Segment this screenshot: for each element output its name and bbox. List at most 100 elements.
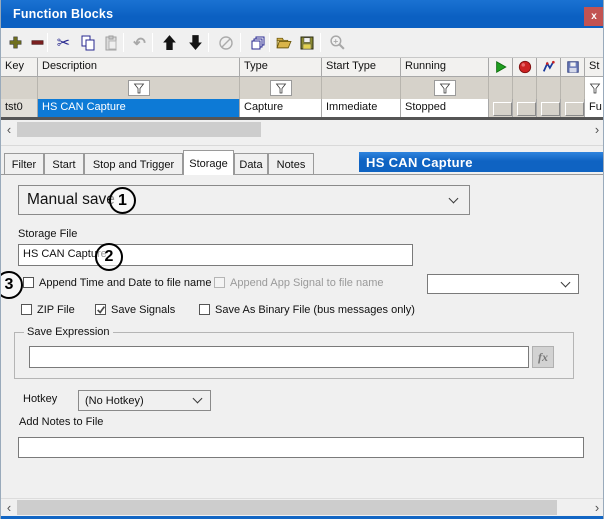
row-overflow-cell[interactable]: Fu	[585, 99, 604, 117]
row-save-button-cell[interactable]	[561, 99, 585, 117]
hotkey-dropdown[interactable]: (No Hotkey)	[78, 390, 211, 411]
scrollbar-thumb[interactable]	[17, 122, 261, 137]
tab-start[interactable]: Start	[44, 153, 84, 175]
col-header-running[interactable]: Running	[401, 58, 489, 77]
filter-cell	[585, 77, 604, 99]
svg-text:+: +	[333, 36, 338, 46]
function-blocks-table: Key Description Type Start Type Running …	[1, 58, 604, 117]
annotation-3: 3	[0, 271, 23, 299]
tab-storage[interactable]: Storage	[183, 150, 234, 175]
row-start-type-cell[interactable]: Immediate	[322, 99, 401, 117]
fx-button[interactable]: fx	[532, 346, 554, 368]
save-expression-input[interactable]	[29, 346, 529, 368]
toolbar-separator	[152, 33, 153, 52]
col-header-start-type[interactable]: Start Type	[322, 58, 401, 77]
save-mode-value: Manual save	[19, 191, 115, 209]
scroll-left-icon[interactable]: ‹	[1, 121, 17, 138]
filter-cell	[537, 77, 561, 99]
search-icon[interactable]: +	[327, 32, 348, 53]
table-filter-row	[1, 77, 604, 99]
storage-file-input[interactable]: HS CAN Capture	[18, 244, 413, 266]
filter-icon[interactable]	[434, 80, 456, 96]
append-app-signal-checkbox	[214, 277, 225, 288]
col-header-key[interactable]: Key	[1, 58, 38, 77]
divider	[1, 145, 604, 146]
col-header-start-icon[interactable]	[489, 58, 513, 77]
add-icon[interactable]	[5, 32, 26, 53]
start-button[interactable]	[493, 102, 512, 116]
function-blocks-window: Function Blocks x ✂ ↶ + K	[0, 0, 604, 519]
hotkey-value: (No Hotkey)	[79, 395, 144, 407]
move-up-icon[interactable]	[159, 32, 180, 53]
tab-notes[interactable]: Notes	[268, 153, 314, 175]
tab-spacer	[314, 174, 604, 175]
title-bar: Function Blocks	[1, 0, 604, 28]
table-row[interactable]: tst0 HS CAN Capture Capture Immediate St…	[1, 99, 604, 117]
save-signals-checkbox[interactable]	[95, 304, 106, 315]
zip-file-checkbox[interactable]	[21, 304, 32, 315]
filter-cell	[38, 77, 240, 99]
row-running-cell[interactable]: Stopped	[401, 99, 489, 117]
col-header-description[interactable]: Description	[38, 58, 240, 77]
move-down-icon[interactable]	[185, 32, 206, 53]
filter-icon[interactable]	[270, 80, 292, 96]
append-time-label: Append Time and Date to file name	[39, 277, 211, 289]
col-header-graph-icon[interactable]	[537, 58, 561, 77]
filter-cell	[322, 77, 401, 99]
record-button[interactable]	[517, 102, 536, 116]
save-icon[interactable]	[296, 32, 317, 53]
col-header-type[interactable]: Type	[240, 58, 322, 77]
row-type-cell[interactable]: Capture	[240, 99, 322, 117]
filter-cell	[561, 77, 585, 99]
add-notes-label: Add Notes to File	[19, 416, 103, 428]
disable-icon[interactable]	[215, 32, 236, 53]
tab-filter[interactable]: Filter	[4, 153, 44, 175]
filter-icon[interactable]	[128, 80, 150, 96]
cut-icon[interactable]: ✂	[53, 32, 74, 53]
row-start-button-cell[interactable]	[489, 99, 513, 117]
binary-file-checkbox[interactable]	[199, 304, 210, 315]
graph-button[interactable]	[541, 102, 560, 116]
save-signals-label: Save Signals	[111, 304, 175, 316]
toolbar-separator	[47, 33, 48, 52]
paste-icon[interactable]	[100, 32, 121, 53]
col-header-overflow[interactable]: St	[585, 58, 604, 77]
app-signal-dropdown[interactable]	[427, 274, 579, 294]
hotkey-label: Hotkey	[23, 393, 57, 405]
append-time-checkbox[interactable]	[23, 277, 34, 288]
table-hscrollbar[interactable]: ‹ ›	[1, 121, 604, 138]
copy-icon[interactable]	[77, 32, 98, 53]
close-button[interactable]: x	[584, 7, 604, 26]
filter-cell	[401, 77, 489, 99]
scroll-right-icon[interactable]: ›	[589, 499, 604, 516]
open-folder-icon[interactable]	[273, 32, 294, 53]
filter-icon[interactable]	[585, 80, 604, 96]
panel-hscrollbar[interactable]: ‹ ›	[1, 498, 604, 515]
save-mode-dropdown[interactable]: Manual save	[18, 185, 470, 215]
tab-data[interactable]: Data	[234, 153, 268, 175]
cascade-windows-icon[interactable]	[247, 32, 268, 53]
storage-file-label: Storage File	[18, 228, 77, 240]
scroll-right-icon[interactable]: ›	[589, 121, 604, 138]
zip-file-label: ZIP File	[37, 304, 75, 316]
col-header-record-icon[interactable]	[513, 58, 537, 77]
filter-cell	[513, 77, 537, 99]
row-record-button-cell[interactable]	[513, 99, 537, 117]
col-header-save-icon[interactable]	[561, 58, 585, 77]
row-graph-button-cell[interactable]	[537, 99, 561, 117]
row-key-cell[interactable]: tst0	[1, 99, 38, 117]
add-notes-input[interactable]	[18, 437, 584, 458]
scroll-left-icon[interactable]: ‹	[1, 499, 17, 516]
undo-icon[interactable]: ↶	[129, 32, 150, 53]
toolbar-separator	[240, 33, 241, 52]
selected-block-banner: HS CAN Capture	[359, 152, 604, 172]
scrollbar-thumb[interactable]	[17, 500, 557, 515]
tab-stop-and-trigger[interactable]: Stop and Trigger	[84, 153, 183, 175]
chevron-down-icon	[193, 394, 203, 404]
row-description-cell-selected[interactable]: HS CAN Capture	[38, 99, 240, 117]
chevron-down-icon	[561, 277, 571, 287]
chevron-down-icon	[449, 193, 459, 203]
filter-cell	[489, 77, 513, 99]
save-button[interactable]	[565, 102, 584, 116]
remove-icon[interactable]	[27, 32, 48, 53]
